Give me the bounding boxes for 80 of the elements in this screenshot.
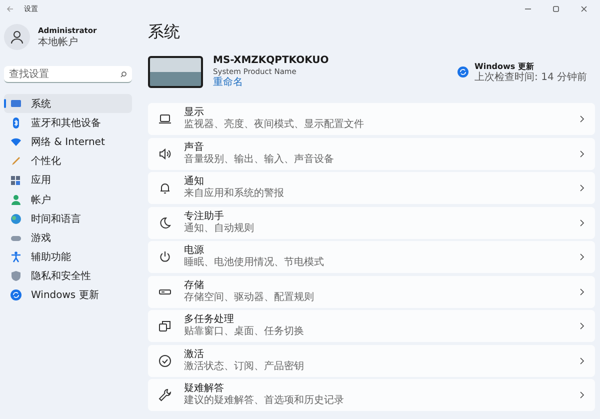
search-icon (120, 70, 127, 78)
sidebar-item[interactable]: 系统 (4, 94, 132, 114)
chevron-right-icon (579, 150, 585, 158)
setting-card[interactable]: 疑难解答 建议的疑难解答、首选项和历史记录 (148, 379, 595, 411)
rename-link[interactable]: 重命名 (213, 77, 329, 89)
setting-description: 来自应用和系统的警报 (184, 188, 285, 200)
check-circle-icon (158, 354, 172, 368)
globe-clock-icon (10, 212, 22, 225)
sidebar-item[interactable]: 辅助功能 (4, 248, 132, 267)
setting-card[interactable]: 激活 激活状态、订阅、产品密钥 (148, 344, 595, 376)
sidebar-item[interactable]: 应用 (4, 170, 132, 190)
brush-icon (10, 155, 22, 168)
sidebar-item[interactable]: 网络 & Internet (4, 132, 132, 152)
setting-card[interactable]: 显示 监视器、亮度、夜间模式、显示配置文件 (148, 103, 595, 135)
setting-title: 多任务处理 (184, 314, 235, 326)
setting-card[interactable]: 多任务处理 贴靠窗口、桌面、任务切换 (148, 310, 595, 342)
chevron-right-icon (579, 253, 585, 261)
back-arrow-icon[interactable] (6, 5, 14, 13)
power-icon (158, 250, 172, 264)
chevron-right-icon (579, 115, 585, 123)
avatar[interactable] (4, 24, 30, 50)
setting-description: 激活状态、订阅、产品密钥 (184, 360, 305, 372)
page-title: 系统 (148, 22, 181, 42)
setting-description: 音量级别、输出、输入、声音设备 (184, 154, 335, 166)
sidebar-item[interactable]: 时间和语言 (4, 209, 132, 228)
setting-title: 激活 (184, 348, 205, 360)
wrench-icon (158, 388, 172, 402)
sidebar-item[interactable]: 游戏 (4, 228, 132, 248)
monitor-icon (10, 98, 22, 110)
person-icon (10, 30, 24, 44)
setting-title: 显示 (184, 107, 205, 118)
person-icon (10, 194, 22, 206)
setting-card[interactable]: 专注助手 通知、自动规则 (148, 206, 595, 238)
account-type: 本地帐户 (38, 36, 79, 48)
wallpaper-thumbnail (148, 56, 203, 88)
setting-title: 声音 (184, 142, 205, 154)
sidebar-item[interactable]: Windows 更新 (4, 286, 132, 306)
laptop-icon (158, 112, 172, 126)
windows-stack-icon (158, 319, 172, 333)
update-status: 上次检查时间: 14 分钟前 (474, 72, 587, 84)
setting-card[interactable]: 声音 音量级别、输出、输入、声音设备 (148, 138, 595, 170)
chevron-right-icon (579, 218, 585, 226)
search-field[interactable]: 查找设置 (4, 66, 132, 83)
chevron-right-icon (579, 184, 585, 192)
setting-description: 贴靠窗口、桌面、任务切换 (184, 326, 305, 338)
setting-description: 通知、自动规则 (184, 222, 255, 234)
chevron-right-icon (579, 356, 585, 364)
shield-icon (10, 270, 22, 282)
setting-title: 疑难解答 (184, 383, 225, 394)
accessibility-icon (10, 251, 22, 264)
setting-description: 监视器、亮度、夜间模式、显示配置文件 (184, 119, 365, 131)
bluetooth-icon (10, 116, 22, 129)
apps-icon (10, 174, 22, 186)
chevron-right-icon (579, 288, 585, 296)
device-name: MS-XMZKQPTKOKUO (213, 55, 329, 67)
setting-card[interactable]: 通知 来自应用和系统的警报 (148, 172, 595, 204)
chevron-right-icon (579, 322, 585, 330)
sync-icon (10, 289, 22, 302)
setting-description: 睡眠、电池使用情况、节电模式 (184, 257, 325, 269)
close-icon[interactable] (580, 5, 588, 13)
sidebar-item[interactable]: 隐私和安全性 (4, 266, 132, 286)
setting-title: 通知 (184, 176, 205, 188)
setting-description: 建议的疑难解答、首选项和历史记录 (184, 395, 345, 407)
moon-icon (158, 216, 172, 230)
maximize-icon[interactable] (552, 5, 560, 13)
sidebar-item[interactable]: 蓝牙和其他设备 (4, 113, 132, 132)
update-title[interactable]: Windows 更新 (474, 60, 587, 72)
sidebar-item[interactable]: 帐户 (4, 190, 132, 210)
setting-title: 存储 (184, 280, 205, 292)
setting-title: 专注助手 (184, 210, 225, 222)
wifi-icon (10, 136, 22, 148)
setting-card[interactable]: 存储 存储空间、驱动器、配置规则 (148, 276, 595, 308)
chevron-right-icon (579, 391, 585, 399)
setting-description: 存储空间、驱动器、配置规则 (184, 292, 315, 304)
sync-icon[interactable] (456, 66, 469, 78)
setting-card[interactable]: 电源 睡眠、电池使用情况、节电模式 (148, 241, 595, 273)
bell-icon (158, 181, 172, 195)
speaker-icon (158, 146, 172, 160)
sidebar-item[interactable]: 个性化 (4, 152, 132, 171)
setting-title: 电源 (184, 245, 205, 256)
